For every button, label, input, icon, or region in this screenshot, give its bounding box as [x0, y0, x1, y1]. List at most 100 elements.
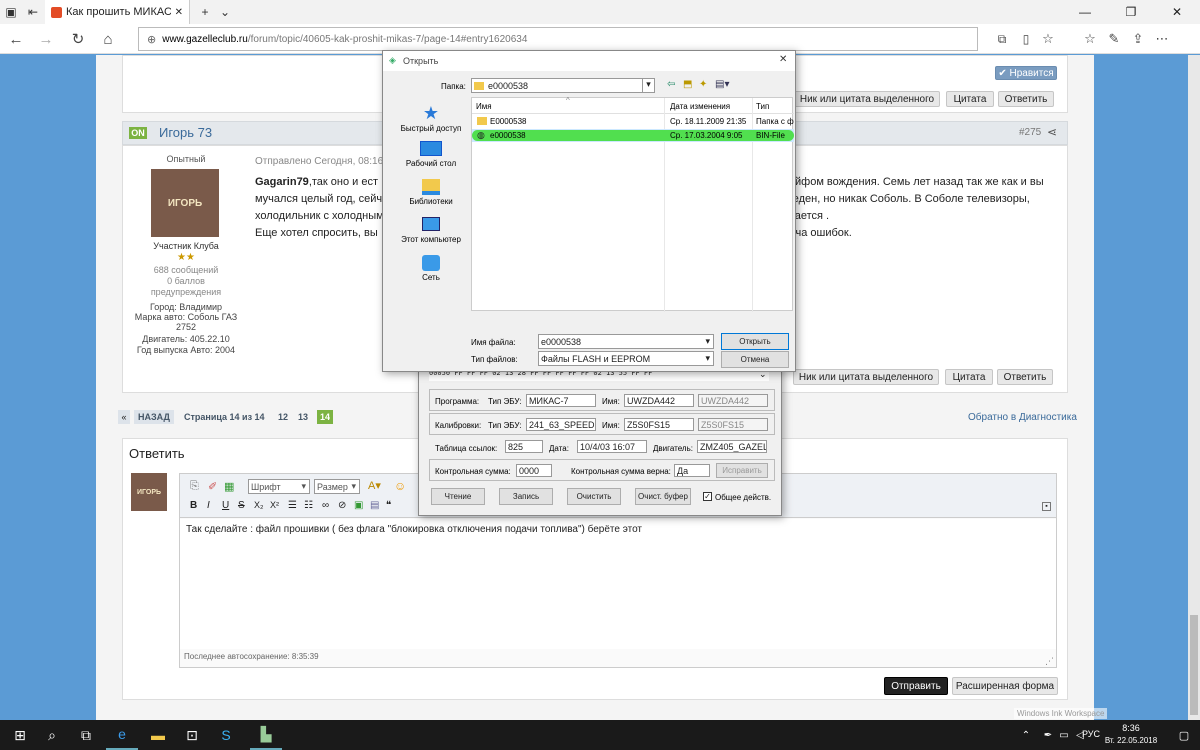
- post-author[interactable]: Игорь 73: [159, 125, 212, 140]
- more-icon[interactable]: ⋯: [1150, 28, 1174, 50]
- places-libraries[interactable]: Библиотеки: [391, 179, 471, 206]
- notifications-icon[interactable]: ▢: [1168, 720, 1200, 750]
- clear-button[interactable]: Очистить: [567, 488, 621, 505]
- address-bar[interactable]: ⊕ www.gazelleclub.ru/forum/topic/40605-k…: [138, 27, 978, 51]
- page-14-current[interactable]: 14: [317, 410, 333, 424]
- prev-page-button[interactable]: «: [118, 410, 130, 424]
- table-icon[interactable]: ▦: [224, 480, 234, 493]
- text-color-icon[interactable]: A▾: [368, 479, 381, 492]
- restore-icon[interactable]: ❐: [1108, 0, 1154, 24]
- post-number[interactable]: #275: [1019, 127, 1041, 138]
- superscript-icon[interactable]: X²: [270, 500, 279, 510]
- mention-link[interactable]: Gagarin79: [255, 176, 309, 188]
- list-number-icon[interactable]: ☷: [304, 500, 313, 511]
- filetype-select[interactable]: Файлы FLASH и EEPROM ▾: [538, 351, 714, 366]
- reply-button[interactable]: Ответить: [997, 369, 1053, 385]
- forward-icon[interactable]: →: [34, 28, 58, 50]
- read-button[interactable]: Чтение: [431, 488, 485, 505]
- close-window-icon[interactable]: ✕: [1154, 0, 1200, 24]
- notes-icon[interactable]: ✎: [1102, 28, 1126, 50]
- share-icon[interactable]: ⇪: [1126, 28, 1150, 50]
- media-icon[interactable]: ▤: [370, 500, 379, 511]
- reply-button[interactable]: Ответить: [998, 91, 1054, 107]
- reply-textarea[interactable]: Так сделайте : файл прошивки ( без флага…: [180, 519, 1056, 649]
- search-icon[interactable]: ⌕: [36, 720, 68, 750]
- bold-icon[interactable]: B: [190, 500, 197, 511]
- open-button[interactable]: Открыть: [721, 333, 789, 350]
- ecu-field[interactable]: МИКАС-7: [526, 394, 596, 407]
- page-scrollbar[interactable]: [1188, 55, 1200, 720]
- link-icon[interactable]: ∞: [322, 500, 329, 511]
- name-field[interactable]: UWZDA442: [624, 394, 694, 407]
- favorite-star-icon[interactable]: ☆: [1036, 28, 1060, 50]
- checksum-field[interactable]: 0000: [516, 464, 552, 477]
- clear-buffer-button[interactable]: Очист. буфер: [635, 488, 691, 505]
- tab-list-icon[interactable]: ⌄: [214, 0, 236, 24]
- col-date[interactable]: Дата изменения: [670, 102, 730, 111]
- size-select[interactable]: Размер ▾: [314, 479, 360, 494]
- italic-icon[interactable]: I: [207, 500, 210, 511]
- view-menu-icon[interactable]: ▤▾: [715, 79, 729, 90]
- back-icon[interactable]: ←: [4, 28, 28, 50]
- home-icon[interactable]: ⌂: [96, 28, 120, 50]
- emoticon-icon[interactable]: ☺: [394, 479, 406, 493]
- quote-selected-button[interactable]: Ник или цитата выделенного: [793, 369, 939, 385]
- task-view-icon[interactable]: ⧉: [70, 720, 102, 750]
- edge-icon[interactable]: e: [106, 720, 138, 750]
- eraser-icon[interactable]: ✐: [208, 480, 217, 493]
- collapse-icon[interactable]: ▪: [1042, 502, 1051, 511]
- quote-button[interactable]: Цитата: [946, 91, 994, 107]
- file-row[interactable]: E0000538 Ср. 18.11.2009 21:35 Папка с ф: [472, 115, 794, 128]
- new-tab-icon[interactable]: +: [194, 0, 216, 24]
- store-icon[interactable]: ⊡: [176, 720, 208, 750]
- extension-icon[interactable]: ⧉: [990, 28, 1014, 50]
- write-button[interactable]: Запись: [499, 488, 553, 505]
- quote-selected-button[interactable]: Ник или цитата выделенного: [794, 91, 940, 107]
- dialog-close-icon[interactable]: ✕: [779, 54, 787, 65]
- file-row-selected[interactable]: ◍ e0000538 Ср. 17.03.2004 9:05 BIN-File: [472, 129, 794, 142]
- list-bullet-icon[interactable]: ☰: [288, 500, 297, 511]
- minimize-icon[interactable]: —: [1062, 0, 1108, 24]
- avatar[interactable]: ИГОРЬ: [151, 169, 219, 237]
- back-folder-icon[interactable]: ⇦: [667, 79, 675, 90]
- quote-button[interactable]: Цитата: [945, 369, 993, 385]
- page-13[interactable]: 13: [298, 412, 308, 422]
- hub-icon[interactable]: ☆: [1078, 28, 1102, 50]
- folder-select[interactable]: e0000538 ▾: [471, 78, 655, 93]
- tab-manager-icon[interactable]: ▣: [0, 0, 22, 24]
- image-icon[interactable]: ▣: [354, 500, 363, 511]
- places-this-pc[interactable]: Этот компьютер: [391, 217, 471, 244]
- col-name[interactable]: Имя: [476, 102, 492, 111]
- common-checkbox[interactable]: ✓: [703, 492, 712, 501]
- clock-time[interactable]: 8:36: [1100, 723, 1162, 733]
- new-folder-icon[interactable]: ✦: [699, 79, 707, 90]
- date-field[interactable]: 10/4/03 16:07: [577, 440, 647, 453]
- skype-icon[interactable]: S: [210, 720, 242, 750]
- submit-button[interactable]: Отправить: [884, 677, 948, 695]
- reading-view-icon[interactable]: ▯: [1014, 28, 1038, 50]
- unlink-icon[interactable]: ⊘: [338, 500, 346, 511]
- start-icon[interactable]: ⊞: [4, 720, 36, 750]
- font-select[interactable]: Шрифт ▾: [248, 479, 310, 494]
- places-desktop[interactable]: Рабочий стол: [391, 141, 471, 168]
- table-field[interactable]: 825: [505, 440, 543, 453]
- clock-date[interactable]: Вт. 22.05.2018: [1100, 736, 1162, 745]
- cancel-button[interactable]: Отмена: [721, 351, 789, 368]
- places-quick-access[interactable]: ★ Быстрый доступ: [391, 103, 471, 133]
- up-folder-icon[interactable]: ⬒: [683, 79, 692, 90]
- page-12[interactable]: 12: [278, 412, 288, 422]
- subscript-icon[interactable]: X₂: [254, 500, 264, 510]
- places-network[interactable]: Сеть: [391, 255, 471, 282]
- fix-button[interactable]: Исправить: [716, 463, 768, 478]
- explorer-icon[interactable]: ▬: [142, 720, 174, 750]
- engine-field[interactable]: ZMZ405_GAZEL: [697, 440, 767, 453]
- advanced-form-button[interactable]: Расширенная форма: [952, 677, 1058, 695]
- like-button[interactable]: ✔ Нравится: [995, 66, 1057, 80]
- strike-icon[interactable]: S: [238, 500, 245, 511]
- back-button[interactable]: НАЗАД: [134, 410, 174, 424]
- browser-tab[interactable]: Как прошить МИКАС-7 ✕: [45, 0, 190, 24]
- refresh-icon[interactable]: ↻: [66, 28, 90, 50]
- back-tab-icon[interactable]: ⇤: [22, 0, 44, 24]
- quote-icon[interactable]: ❝: [386, 500, 391, 511]
- back-to-forum-link[interactable]: Обратно в Диагностика: [968, 412, 1077, 423]
